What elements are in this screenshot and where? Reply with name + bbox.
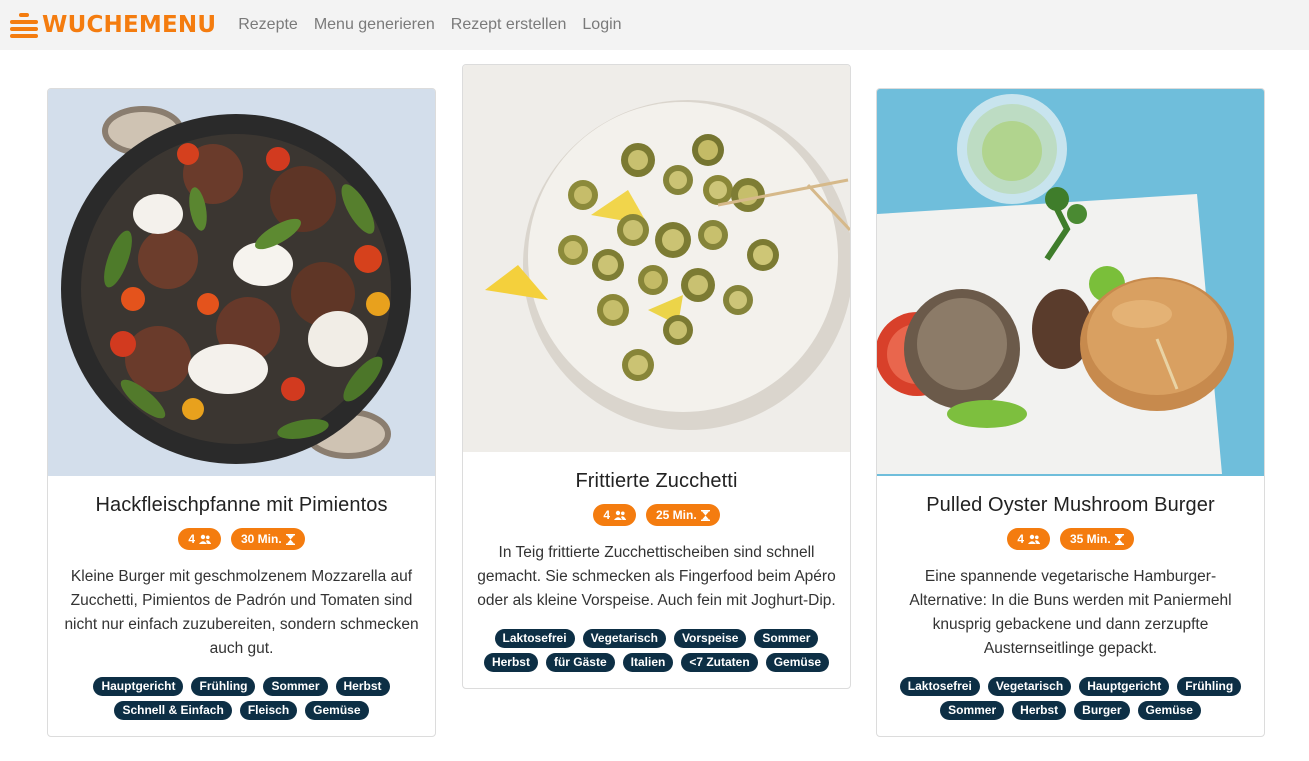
recipe-image[interactable] <box>48 89 435 476</box>
recipe-description: Kleine Burger mit geschmolzenem Mozzarel… <box>64 568 419 657</box>
people-icon <box>1028 534 1040 544</box>
tag-sommer[interactable]: Sommer <box>263 677 328 696</box>
tag-hauptgericht[interactable]: Hauptgericht <box>93 677 184 696</box>
time-badge: 35 Min. <box>1060 528 1134 550</box>
tag-herbst[interactable]: Herbst <box>1012 701 1067 720</box>
servings-value: 4 <box>188 532 195 546</box>
recipe-description: Eine spannende vegetarische Hamburger-Al… <box>909 568 1232 657</box>
tag-laktosefrei[interactable]: Laktosefrei <box>494 629 575 648</box>
time-value: 30 Min. <box>241 532 282 546</box>
people-icon <box>614 510 626 520</box>
tag-vegetarisch[interactable]: Vegetarisch <box>987 677 1072 696</box>
servings-value: 4 <box>603 508 610 522</box>
servings-value: 4 <box>1017 532 1024 546</box>
recipe-tags: Hauptgericht Frühling Sommer Herbst Schn… <box>48 677 435 736</box>
recipe-card[interactable]: Frittierte Zucchetti 4 25 Min. In Teig f… <box>462 64 851 689</box>
top-navbar: WUCHEMENU Rezepte Menu generieren Rezept… <box>0 0 1309 50</box>
tag-sommer[interactable]: Sommer <box>754 629 819 648</box>
recipe-card[interactable]: Pulled Oyster Mushroom Burger 4 35 Min. … <box>876 88 1265 737</box>
tag-herbst[interactable]: Herbst <box>335 677 390 696</box>
recipe-card-body: Hackfleischpfanne mit Pimientos 4 30 Min… <box>48 476 435 661</box>
recipe-meta: 4 25 Min. <box>477 504 836 526</box>
hourglass-icon <box>285 533 295 545</box>
tag-unter-7-zutaten[interactable]: <7 Zutaten <box>681 653 758 672</box>
tag-burger[interactable]: Burger <box>1074 701 1130 720</box>
tag-gemuese[interactable]: Gemüse <box>305 701 369 720</box>
servings-badge: 4 <box>1007 528 1050 550</box>
recipe-description: In Teig frittierte Zucchettischeiben sin… <box>477 544 836 609</box>
recipe-tags: Laktosefrei Vegetarisch Vorspeise Sommer… <box>463 629 850 688</box>
nav-links: Rezepte Menu generieren Rezept erstellen… <box>238 16 621 34</box>
recipe-tags: Laktosefrei Vegetarisch Hauptgericht Frü… <box>877 677 1264 736</box>
tag-herbst[interactable]: Herbst <box>483 653 538 672</box>
nav-link-rezept-erstellen[interactable]: Rezept erstellen <box>451 16 567 34</box>
hourglass-icon <box>700 509 710 521</box>
time-badge: 25 Min. <box>646 504 720 526</box>
tag-fleisch[interactable]: Fleisch <box>239 701 298 720</box>
time-value: 35 Min. <box>1070 532 1111 546</box>
time-badge: 30 Min. <box>231 528 305 550</box>
recipe-title[interactable]: Hackfleischpfanne mit Pimientos <box>62 494 421 517</box>
tag-schnell-einfach[interactable]: Schnell & Einfach <box>114 701 232 720</box>
tag-italien[interactable]: Italien <box>622 653 674 672</box>
tag-vorspeise[interactable]: Vorspeise <box>673 629 747 648</box>
recipe-title[interactable]: Frittierte Zucchetti <box>477 470 836 493</box>
brand-logo[interactable]: WUCHEMENU <box>10 10 216 40</box>
nav-link-login[interactable]: Login <box>582 16 621 34</box>
recipe-image[interactable] <box>877 89 1264 476</box>
hourglass-icon <box>1114 533 1124 545</box>
recipe-card[interactable]: Hackfleischpfanne mit Pimientos 4 30 Min… <box>47 88 436 737</box>
recipe-card-body: Frittierte Zucchetti 4 25 Min. In Teig f… <box>463 452 850 613</box>
recipe-card-body: Pulled Oyster Mushroom Burger 4 35 Min. … <box>877 476 1264 661</box>
servings-badge: 4 <box>593 504 636 526</box>
recipe-image[interactable] <box>463 65 850 452</box>
tag-gemuese[interactable]: Gemüse <box>765 653 830 672</box>
tag-fruehling[interactable]: Frühling <box>1177 677 1242 696</box>
tag-fuer-gaeste[interactable]: für Gäste <box>545 653 615 672</box>
menu-lines-icon <box>10 10 38 40</box>
tag-vegetarisch[interactable]: Vegetarisch <box>582 629 666 648</box>
recipe-list: Hackfleischpfanne mit Pimientos 4 30 Min… <box>0 50 1309 761</box>
tag-hauptgericht[interactable]: Hauptgericht <box>1079 677 1170 696</box>
time-value: 25 Min. <box>656 508 697 522</box>
recipe-meta: 4 35 Min. <box>891 528 1250 550</box>
recipe-meta: 4 30 Min. <box>62 528 421 550</box>
servings-badge: 4 <box>178 528 221 550</box>
nav-link-rezepte[interactable]: Rezepte <box>238 16 298 34</box>
tag-laktosefrei[interactable]: Laktosefrei <box>899 677 980 696</box>
people-icon <box>199 534 211 544</box>
nav-link-menu-generieren[interactable]: Menu generieren <box>314 16 435 34</box>
recipe-title[interactable]: Pulled Oyster Mushroom Burger <box>891 494 1250 517</box>
tag-fruehling[interactable]: Frühling <box>191 677 256 696</box>
brand-name: WUCHEMENU <box>42 12 217 38</box>
tag-sommer[interactable]: Sommer <box>940 701 1005 720</box>
tag-gemuese[interactable]: Gemüse <box>1137 701 1201 720</box>
